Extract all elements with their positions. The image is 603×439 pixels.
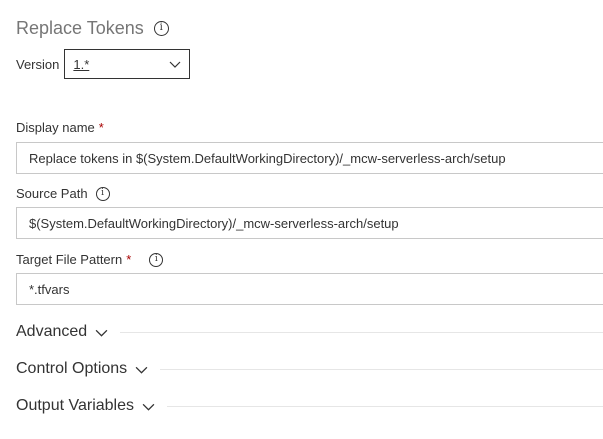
info-icon[interactable]: i — [153, 20, 169, 36]
source-path-label: Source Path — [16, 186, 88, 201]
info-icon[interactable]: i — [149, 252, 164, 267]
output-variables-section-toggle[interactable]: Output Variables — [16, 395, 603, 417]
info-icon[interactable]: i — [95, 186, 110, 201]
version-label: Version — [16, 56, 60, 72]
source-path-label-row: Source Path i — [16, 186, 110, 201]
version-dropdown[interactable]: 1.* — [64, 49, 191, 79]
advanced-section-toggle[interactable]: Advanced — [16, 321, 603, 343]
chevron-down-icon — [135, 366, 148, 374]
display-name-label: Display name — [16, 120, 95, 135]
display-name-label-row: Display name * — [16, 120, 104, 135]
target-file-pattern-input[interactable]: *.tfvars — [16, 273, 603, 305]
required-marker: * — [98, 120, 104, 135]
output-variables-section-label: Output Variables — [16, 397, 134, 414]
control-options-section-toggle[interactable]: Control Options — [16, 358, 603, 380]
version-row: Version 1.* — [16, 49, 191, 79]
section-divider — [167, 405, 603, 407]
required-marker: * — [126, 252, 132, 267]
section-divider — [160, 368, 603, 370]
chevron-down-icon — [142, 403, 155, 411]
display-name-input[interactable]: Replace tokens in $(System.DefaultWorkin… — [16, 142, 603, 174]
source-path-input[interactable]: $(System.DefaultWorkingDirectory)/_mcw-s… — [16, 207, 603, 239]
target-file-pattern-label-row: Target File Pattern * i — [16, 252, 164, 267]
control-options-section-label: Control Options — [16, 360, 128, 377]
version-value: 1.* — [73, 56, 90, 72]
chevron-down-icon — [95, 329, 108, 337]
task-title: Replace Tokens — [16, 17, 144, 38]
chevron-down-icon — [169, 61, 181, 68]
target-file-pattern-label: Target File Pattern — [16, 252, 123, 267]
advanced-section-label: Advanced — [16, 323, 88, 340]
task-header: Replace Tokens i — [16, 14, 169, 42]
section-divider — [120, 331, 603, 333]
